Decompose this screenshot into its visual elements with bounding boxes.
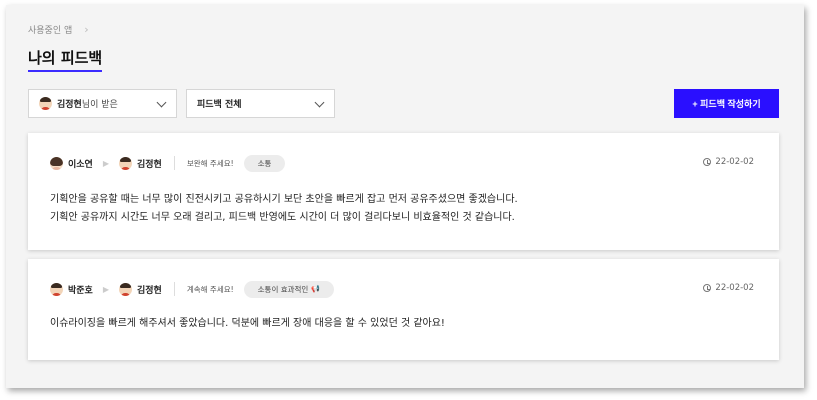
feedback-line: 기획안을 공유할 때는 너무 많이 진전시키고 공유하시기 보단 초안을 빠르게… (50, 194, 518, 205)
feedback-date: 22-02-02 (703, 157, 754, 167)
feedback-card-header: 이소연 ▶ 김정현 보완해 주세요! 소통 (50, 154, 286, 172)
feedback-date: 22-02-02 (703, 283, 754, 293)
feedback-date-text: 22-02-02 (715, 157, 754, 167)
feedback-line: 기획안 공유까지 시간도 너무 오래 걸리고, 피드백 반영에도 시간이 더 많… (50, 212, 515, 223)
sender-name: 이소연 (68, 159, 93, 170)
receiver-avatar-icon (119, 156, 132, 170)
breadcrumb: 사용중인 앱 › (28, 23, 89, 36)
feedback-type-selected: 피드백 전체 (197, 100, 242, 110)
chevron-down-icon (156, 97, 167, 108)
clock-icon (703, 158, 712, 166)
feedback-card-header: 박준호 ▶ 김정현 계속해 주세요! 소통이 효과적인 📢 (50, 280, 335, 298)
user-filter-dropdown[interactable]: 김정현 님이 받은 (28, 89, 177, 118)
write-feedback-button[interactable]: + 피드백 작성하기 (674, 89, 779, 118)
app-frame: 사용중인 앱 › 나의 피드백 김정현 님이 받은 피드백 전체 + 피드백 작성… (6, 5, 804, 388)
feedback-line: 이슈라이징을 빠르게 해주셔서 좋았습니다. 덕분에 빠르게 장애 대응을 할 … (50, 318, 445, 329)
page-title: 나의 피드백 (28, 49, 103, 72)
sender-avatar-icon (50, 282, 63, 296)
feedback-tag: 소통 (243, 154, 286, 172)
feedback-tag: 소통이 효과적인 📢 (243, 280, 335, 298)
breadcrumb-parent-link[interactable]: 사용중인 앱 (28, 23, 72, 36)
sender-avatar-icon (50, 156, 63, 170)
divider (173, 282, 175, 296)
megaphone-icon: 📢 (311, 285, 321, 293)
feedback-date-text: 22-02-02 (715, 283, 754, 293)
feedback-receiver: 김정현 (119, 282, 162, 296)
feedback-type-dropdown[interactable]: 피드백 전체 (186, 89, 335, 118)
sender-name: 박준호 (68, 285, 93, 296)
receiver-name: 김정현 (137, 285, 162, 296)
chevron-right-icon: › (84, 23, 89, 36)
feedback-tag-label: 소통 (257, 158, 272, 168)
user-filter-name: 김정현 (57, 100, 82, 110)
feedback-body: 이슈라이징을 빠르게 해주셔서 좋았습니다. 덕분에 빠르게 장애 대응을 할 … (50, 315, 445, 333)
divider (173, 156, 175, 170)
feedback-card[interactable]: 이소연 ▶ 김정현 보완해 주세요! 소통 22-02-02 기획안을 공유할 … (28, 133, 779, 250)
chevron-down-icon (314, 97, 325, 108)
arrow-right-icon: ▶ (102, 284, 109, 294)
feedback-tag-label: 소통이 효과적인 (257, 284, 309, 294)
feedback-body: 기획안을 공유할 때는 너무 많이 진전시키고 공유하시기 보단 초안을 빠르게… (50, 191, 518, 227)
arrow-right-icon: ▶ (102, 158, 109, 168)
user-avatar-icon (39, 97, 52, 110)
receiver-avatar-icon (119, 282, 132, 296)
feedback-sender: 이소연 (50, 156, 93, 170)
receiver-name: 김정현 (137, 159, 162, 170)
clock-icon (703, 284, 712, 292)
feedback-receiver: 김정현 (119, 156, 162, 170)
feedback-request: 계속해 주세요! (186, 284, 234, 294)
feedback-card[interactable]: 박준호 ▶ 김정현 계속해 주세요! 소통이 효과적인 📢 22-02-02 이… (28, 259, 779, 360)
user-filter-suffix: 님이 받은 (81, 100, 118, 110)
feedback-request: 보완해 주세요! (186, 158, 234, 168)
feedback-sender: 박준호 (50, 282, 93, 296)
